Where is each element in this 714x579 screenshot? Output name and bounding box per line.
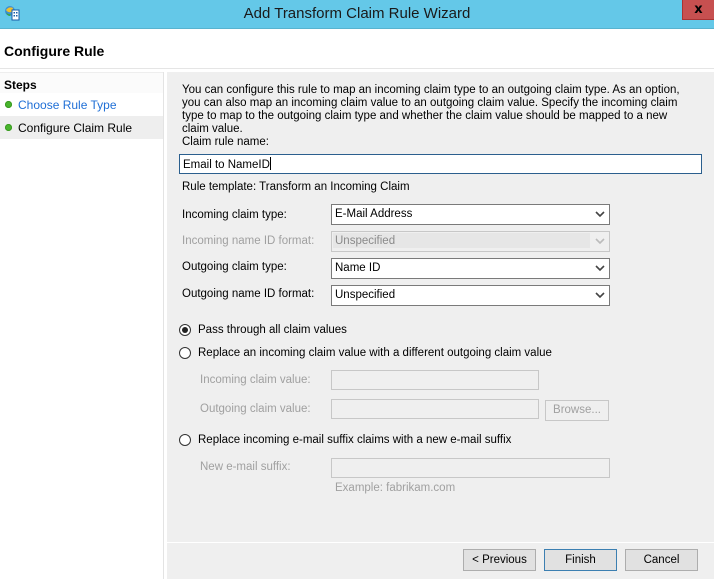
chevron-down-icon	[595, 292, 605, 299]
close-icon: x	[694, 2, 703, 17]
text-caret	[269, 157, 271, 170]
pass-through-radio[interactable]	[179, 324, 191, 336]
step-label[interactable]: Choose Rule Type	[18, 98, 117, 112]
browse-button: Browse...	[545, 400, 609, 421]
replace-claim-value-radio[interactable]	[179, 347, 191, 359]
replace-email-suffix-radio[interactable]	[179, 434, 191, 446]
steps-sidebar: Steps Choose Rule Type Configure Claim R…	[0, 72, 164, 579]
replace-claim-value-label[interactable]: Replace an incoming claim value with a d…	[198, 347, 552, 359]
step-complete-icon	[5, 124, 12, 131]
cancel-button[interactable]: Cancel	[625, 549, 698, 571]
outgoing-claim-type-select[interactable]: Name ID	[331, 258, 610, 279]
wizard-header: Configure Rule	[0, 30, 714, 69]
claim-rule-name-input[interactable]: Email to NameID	[179, 154, 702, 174]
outgoing-claim-value-label: Outgoing claim value:	[200, 403, 311, 415]
wizard-footer: < Previous Finish Cancel	[167, 542, 714, 579]
finish-button[interactable]: Finish	[544, 549, 617, 571]
outgoing-name-id-format-value: Unspecified	[335, 289, 396, 301]
title-bar: Add Transform Claim Rule Wizard x	[0, 0, 714, 29]
incoming-claim-value-label: Incoming claim value:	[200, 374, 311, 386]
outgoing-name-id-format-select[interactable]: Unspecified	[331, 285, 610, 306]
page-title: Configure Rule	[4, 43, 105, 59]
chevron-down-icon	[595, 238, 605, 245]
example-text: Example: fabrikam.com	[335, 482, 456, 494]
outgoing-name-id-format-label: Outgoing name ID format:	[182, 288, 315, 300]
incoming-name-id-format-select: Unspecified	[331, 231, 610, 252]
incoming-claim-type-label: Incoming claim type:	[182, 209, 287, 221]
steps-heading: Steps	[0, 72, 163, 93]
pass-through-label[interactable]: Pass through all claim values	[198, 324, 347, 336]
rule-template-text: Rule template: Transform an Incoming Cla…	[182, 181, 410, 193]
step-choose-rule-type[interactable]: Choose Rule Type	[0, 93, 163, 116]
description-text: You can configure this rule to map an in…	[182, 84, 680, 135]
chevron-down-icon	[595, 265, 605, 272]
new-email-suffix-label: New e-mail suffix:	[200, 461, 291, 473]
chevron-down-icon	[595, 211, 605, 218]
incoming-claim-value-input	[331, 370, 539, 390]
window-title: Add Transform Claim Rule Wizard	[243, 5, 471, 22]
new-email-suffix-input	[331, 458, 610, 478]
claim-rule-name-label: Claim rule name:	[182, 136, 269, 148]
replace-email-suffix-label[interactable]: Replace incoming e-mail suffix claims wi…	[198, 434, 511, 446]
incoming-name-id-format-label: Incoming name ID format:	[182, 235, 315, 247]
step-label: Configure Claim Rule	[18, 121, 133, 135]
outgoing-claim-type-label: Outgoing claim type:	[182, 261, 287, 273]
claim-rule-name-value: Email to NameID	[183, 159, 270, 171]
incoming-claim-type-select[interactable]: E-Mail Address	[331, 204, 610, 225]
previous-button[interactable]: < Previous	[463, 549, 536, 571]
configure-rule-panel: You can configure this rule to map an in…	[167, 72, 714, 543]
outgoing-claim-value-input	[331, 399, 539, 419]
outgoing-claim-type-value: Name ID	[335, 262, 381, 274]
step-complete-icon	[5, 101, 12, 108]
close-button[interactable]: x	[682, 0, 714, 20]
step-configure-claim-rule: Configure Claim Rule	[0, 116, 163, 139]
incoming-name-id-format-value: Unspecified	[335, 235, 396, 247]
incoming-claim-type-value: E-Mail Address	[335, 208, 413, 220]
